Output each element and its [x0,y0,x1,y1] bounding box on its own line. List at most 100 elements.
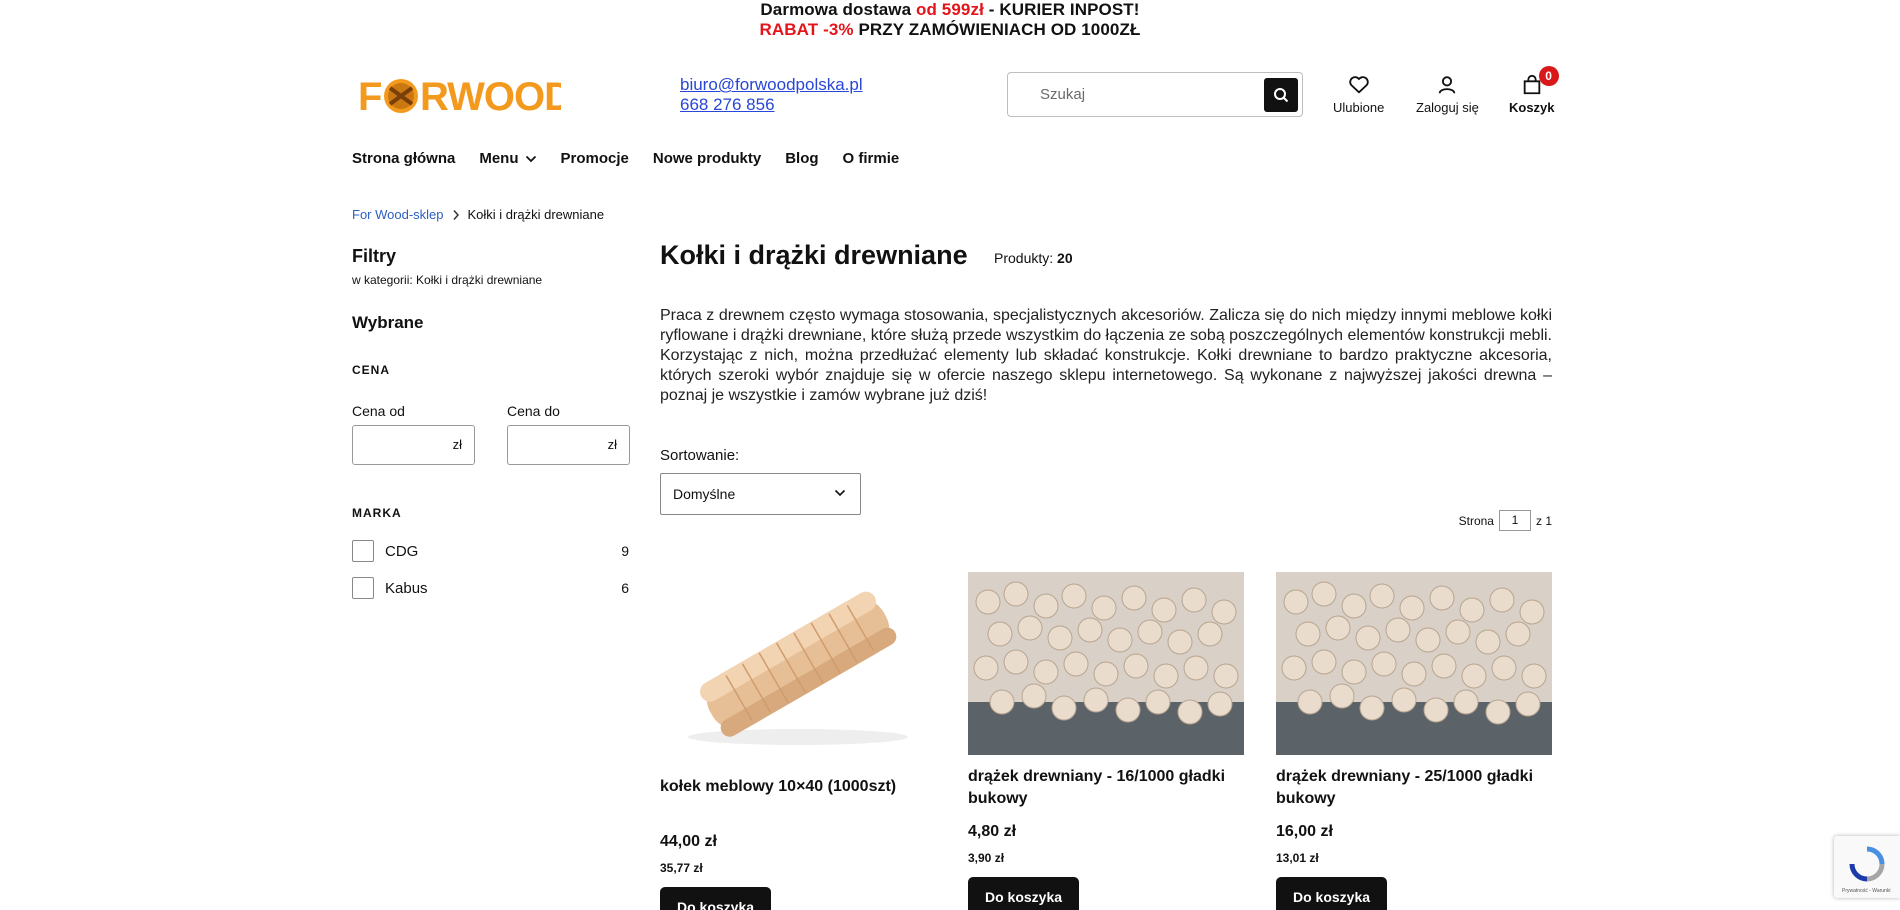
add-to-cart-button[interactable]: Do koszyka [1276,877,1388,910]
product-price: 16,00 zł [1276,823,1333,840]
recaptcha-icon [1849,846,1885,882]
brand-filter-item[interactable]: Kabus 6 [352,576,629,600]
brand-name: Kabus [385,579,428,597]
brand-count: 9 [621,543,629,559]
email-link[interactable]: biuro@forwoodpolska.pl [680,75,863,95]
nav-menu-label: Menu [479,150,519,167]
add-to-cart-button[interactable]: Do koszyka [660,887,772,910]
product-name[interactable]: drążek drewniany - 16/1000 gładki bukowy [968,766,1244,817]
breadcrumb: For Wood-sklep Kołki i drążki drewniane [352,207,604,222]
product-price: 44,00 zł [660,833,717,850]
search-placeholder: Szukaj [1040,86,1086,103]
price-from-input[interactable]: zł [352,425,475,465]
cart-label: Koszyk [1509,100,1555,115]
chevron-down-icon [834,489,846,497]
dowel-image [660,572,936,755]
product-image[interactable] [1276,572,1552,755]
sort-selected-value: Domyślne [673,486,736,502]
favorites-label: Ulubione [1333,100,1385,115]
brand-count: 6 [621,580,629,596]
promo-discount-value: RABAT -3% [759,20,859,39]
brand-checkbox[interactable] [352,540,374,562]
user-icon [1439,76,1456,94]
forwood-logo[interactable]: F RWOOD [356,70,573,122]
promo-bar: Darmowa dostawa od 599zł - KURIER INPOST… [0,0,1900,40]
brand-filter-item[interactable]: CDG 9 [352,539,629,563]
brand-name: CDG [385,542,419,560]
price-to-group: Cena do zł [507,403,630,465]
login-label: Zaloguj się [1416,100,1479,115]
wooden-rods-image [1276,572,1552,755]
pagination: Strona 1 z 1 [1459,510,1552,531]
nav-promotions[interactable]: Promocje [561,150,629,167]
nav-blog[interactable]: Blog [785,150,818,167]
selected-filters-title: Wybrane [352,313,424,332]
svg-text:RWOOD: RWOOD [420,75,561,119]
sort-select[interactable]: Domyślne [660,473,861,515]
brand-section-title: MARKA [352,506,402,520]
add-to-cart-button[interactable]: Do koszyka [968,877,1080,910]
product-price: 4,80 zł [968,823,1017,840]
price-from-currency: zł [452,437,462,452]
phone-link[interactable]: 668 276 856 [680,95,863,115]
nav-home[interactable]: Strona główna [352,150,455,167]
product-name[interactable]: drążek drewniany - 25/1000 gładki bukowy [1276,766,1552,817]
page-label: Strona [1458,513,1494,528]
page-total: z 1 [1535,513,1552,528]
login-button[interactable]: Zaloguj się [1416,74,1479,115]
page-input[interactable]: 1 [1498,510,1531,531]
chevron-right-icon [452,209,459,220]
price-to-currency: zł [607,437,617,452]
product-image[interactable] [660,572,936,755]
price-section-title: CENA [352,363,391,377]
filters-title: Filtry [352,246,397,266]
breadcrumb-current: Kołki i drążki drewniane [467,207,605,222]
nav-menu[interactable]: Menu [479,150,536,167]
price-from-label: Cena od [352,403,405,419]
product-card[interactable]: drążek drewniany - 25/1000 gładki bukowy… [1276,572,1552,910]
promo-free-delivery: Darmowa dostawa od 599zł - KURIER INPOST… [0,0,1900,20]
search-button[interactable] [1264,78,1298,112]
promo-threshold: od 599zł [916,0,984,19]
main-nav: Strona główna Menu Promocje Nowe produkt… [352,150,899,167]
favorites-button[interactable]: Ulubione [1333,74,1384,115]
product-net-price: 35,77 zł [660,861,703,875]
products-count-label: Produkty: [994,250,1054,266]
svg-text:F: F [358,75,381,119]
category-main: Kołki i drążki drewniane Produkty: 20 Pr… [660,240,1552,531]
promo-text: Darmowa dostawa [760,0,917,19]
products-count: Produkty: 20 [994,250,1073,266]
price-from-group: Cena od zł [352,403,475,465]
forwood-logo-graphic: F RWOOD [358,75,573,119]
products-count-value: 20 [1057,250,1073,266]
promo-courier: - KURIER INPOST! [983,0,1140,19]
cart-count-badge: 0 [1538,66,1559,86]
price-to-label: Cena do [507,403,560,419]
product-name[interactable]: kołek meblowy 10×40 (1000szt) [660,766,936,823]
contact-info: biuro@forwoodpolska.pl 668 276 856 [680,75,863,115]
nav-about[interactable]: O firmie [843,150,900,167]
price-filter: Cena od zł Cena do zł [352,403,630,465]
wooden-rods-image [968,572,1244,755]
product-image[interactable] [968,572,1244,755]
chevron-down-icon [525,155,536,162]
product-net-price: 3,90 zł [968,851,1005,865]
breadcrumb-root[interactable]: For Wood-sklep [352,207,444,222]
nav-new-products[interactable]: Nowe produkty [653,150,761,167]
heart-icon [1348,76,1369,94]
page-title: Kołki i drążki drewniane [660,240,968,270]
search-input[interactable]: Szukaj [1007,72,1303,117]
category-description: Praca z drewnem często wymaga stosowania… [660,307,1552,404]
cart-button[interactable]: Koszyk 0 [1509,66,1559,115]
brand-checkbox[interactable] [352,577,374,599]
sort-label: Sortowanie: [660,447,740,464]
recaptcha-badge[interactable]: Prywatność - Warunki [1834,836,1900,898]
search-icon [1274,88,1289,103]
product-card[interactable]: kołek meblowy 10×40 (1000szt) 44,00 zł 3… [660,572,936,910]
filter-sidebar: Filtry w kategorii: Kołki i drążki drewn… [352,246,630,613]
brand-filter-list: CDG 9 Kabus 6 [352,539,629,600]
recaptcha-text[interactable]: Prywatność - Warunki [1842,888,1890,894]
product-card[interactable]: drążek drewniany - 16/1000 gładki bukowy… [968,572,1244,910]
price-to-input[interactable]: zł [507,425,630,465]
promo-discount-text: PRZY ZAMÓWIENIACH OD 1000ZŁ [858,20,1141,39]
